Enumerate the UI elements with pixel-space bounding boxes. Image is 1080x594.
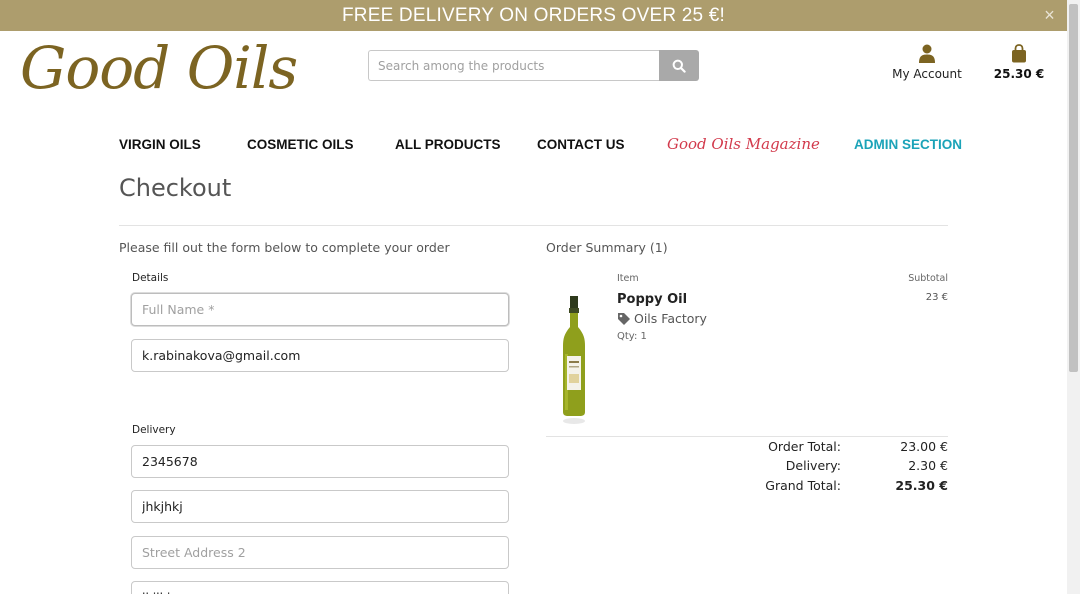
grand-total-label: Grand Total: <box>765 478 841 493</box>
form-intro: Please fill out the form below to comple… <box>119 240 450 255</box>
page-scrollbar[interactable] <box>1067 0 1080 594</box>
email-field[interactable] <box>131 339 509 372</box>
user-icon <box>919 44 935 63</box>
page-title: Checkout <box>119 174 232 202</box>
column-item-header: Item <box>617 273 639 284</box>
banner-text: FREE DELIVERY ON ORDERS OVER 25 €! <box>341 5 726 26</box>
banner-close-button[interactable]: × <box>1044 0 1055 31</box>
main-nav: VIRGIN OILS COSMETIC OILS ALL PRODUCTS C… <box>119 135 962 156</box>
delivery-cost-label: Delivery: <box>785 458 841 473</box>
site-logo[interactable]: Good Oils <box>20 34 298 102</box>
summary-divider <box>546 436 948 437</box>
nav-admin-section[interactable]: ADMIN SECTION <box>854 136 962 154</box>
scrollbar-thumb[interactable] <box>1069 4 1078 372</box>
cart-link[interactable]: 25.30 € <box>990 44 1048 81</box>
street-address-1-field[interactable] <box>131 490 509 523</box>
search-icon <box>672 59 686 73</box>
product-brand: Oils Factory <box>617 311 707 326</box>
nav-magazine[interactable]: Good Oils Magazine <box>667 135 820 153</box>
street-address-2-field[interactable] <box>131 536 509 569</box>
my-account-label: My Account <box>892 67 962 81</box>
nav-virgin-oils[interactable]: VIRGIN OILS <box>119 136 201 154</box>
shopping-bag-icon <box>1012 44 1026 63</box>
nav-contact-us[interactable]: CONTACT US <box>537 136 625 154</box>
column-subtotal-header: Subtotal <box>908 273 948 284</box>
product-image <box>563 296 585 424</box>
delivery-cost-value: 2.30 € <box>908 458 948 473</box>
order-summary-title: Order Summary (1) <box>546 240 668 255</box>
phone-field[interactable] <box>131 445 509 478</box>
free-delivery-banner: FREE DELIVERY ON ORDERS OVER 25 €! × <box>0 0 1067 31</box>
product-brand-name: Oils Factory <box>634 311 707 326</box>
grand-total-value: 25.30 € <box>895 478 948 493</box>
search-bar <box>368 50 699 81</box>
order-total-value: 23.00 € <box>900 439 948 454</box>
town-field[interactable] <box>131 581 509 594</box>
cart-total: 25.30 € <box>993 67 1045 81</box>
full-name-field[interactable] <box>131 293 509 326</box>
product-subtotal: 23 € <box>925 292 948 303</box>
divider <box>119 225 948 226</box>
my-account-link[interactable]: My Account <box>890 44 964 81</box>
search-button[interactable] <box>659 50 699 81</box>
tag-icon <box>618 312 630 325</box>
nav-all-products[interactable]: ALL PRODUCTS <box>395 136 501 154</box>
product-name: Poppy Oil <box>617 292 688 307</box>
search-input[interactable] <box>368 50 659 81</box>
details-label: Details <box>132 272 169 284</box>
delivery-label: Delivery <box>132 424 176 436</box>
product-quantity: Qty: 1 <box>617 331 647 342</box>
order-total-label: Order Total: <box>768 439 841 454</box>
nav-cosmetic-oils[interactable]: COSMETIC OILS <box>247 136 354 154</box>
